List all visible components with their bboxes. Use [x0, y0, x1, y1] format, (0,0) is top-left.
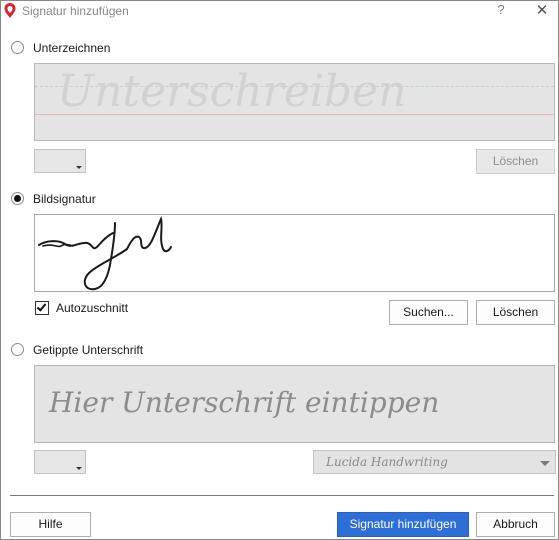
- radio-draw-signature-label[interactable]: Unterzeichnen: [33, 41, 110, 55]
- footer-divider: [10, 495, 554, 496]
- window-title: Signatur hinzufügen: [22, 4, 129, 18]
- app-logo-icon: [4, 3, 16, 18]
- font-select-value: Lucida Handwriting: [326, 455, 448, 469]
- typed-signature-placeholder: Hier Unterschrift eintippen: [49, 386, 440, 419]
- typed-color-dropdown[interactable]: [34, 450, 86, 474]
- radio-image-signature[interactable]: [11, 192, 24, 205]
- draw-clear-button[interactable]: Löschen: [476, 149, 555, 174]
- help-button[interactable]: Hilfe: [10, 512, 91, 537]
- chevron-down-icon: [540, 461, 550, 466]
- browse-button[interactable]: Suchen...: [389, 300, 468, 325]
- add-signature-dialog: Signatur hinzufügen ? ✕ Unterzeichnen Un…: [0, 0, 559, 540]
- radio-typed-signature-label[interactable]: Getippte Unterschrift: [33, 343, 143, 357]
- add-signature-button[interactable]: Signatur hinzufügen: [337, 512, 469, 537]
- draw-signature-placeholder: Unterschreiben: [57, 66, 407, 117]
- chevron-down-icon: [76, 166, 82, 169]
- radio-typed-signature[interactable]: [11, 343, 24, 356]
- signature-image: [38, 215, 172, 291]
- radio-image-signature-label[interactable]: Bildsignatur: [33, 192, 96, 206]
- cancel-button[interactable]: Abbruch: [476, 512, 555, 537]
- autocrop-label[interactable]: Autozuschnitt: [56, 301, 128, 315]
- typed-signature-input[interactable]: Hier Unterschrift eintippen: [34, 365, 555, 443]
- draw-signature-canvas[interactable]: Unterschreiben: [34, 63, 555, 141]
- chevron-down-icon: [76, 467, 82, 470]
- close-icon[interactable]: ✕: [531, 1, 553, 21]
- checkmark-icon: [36, 301, 47, 312]
- title-bar: Signatur hinzufügen ? ✕: [1, 1, 558, 21]
- help-icon[interactable]: ?: [494, 2, 508, 20]
- draw-pen-dropdown[interactable]: [34, 149, 86, 173]
- image-clear-button[interactable]: Löschen: [476, 300, 555, 325]
- font-select[interactable]: Lucida Handwriting: [313, 450, 556, 474]
- radio-draw-signature[interactable]: [11, 41, 24, 54]
- image-signature-preview: [34, 214, 555, 292]
- autocrop-checkbox[interactable]: [35, 301, 49, 315]
